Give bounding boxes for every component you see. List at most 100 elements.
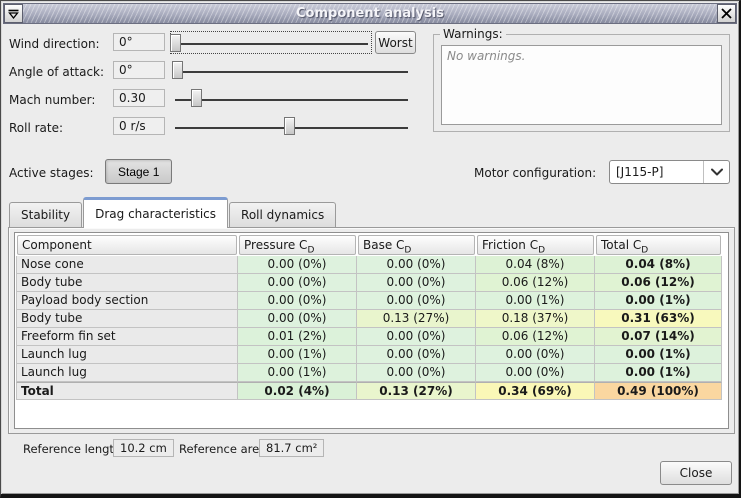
value-cell: 0.00 (0%)	[357, 292, 476, 310]
close-icon	[721, 8, 732, 19]
slider-thumb[interactable]	[172, 61, 183, 79]
motor-configuration-value: [J115-P]	[610, 165, 703, 179]
roll-rate-label: Roll rate:	[9, 121, 63, 135]
window-shade-icon	[8, 9, 19, 19]
value-cell: 0.00 (0%)	[357, 274, 476, 292]
analysis-tabs: Stability Drag characteristics Roll dyna…	[9, 198, 337, 228]
value-cell: 0.06 (12%)	[476, 274, 595, 292]
tab-drag-characteristics[interactable]: Drag characteristics	[83, 197, 228, 228]
no-warnings-text: No warnings.	[447, 49, 716, 63]
header-friction-cd[interactable]: Friction CD	[477, 235, 594, 255]
roll-rate-field[interactable]: 0 r/s	[113, 117, 165, 135]
value-cell: 0.00 (1%)	[595, 364, 722, 382]
worst-button[interactable]: Worst	[375, 31, 416, 54]
value-cell: 0.00 (0%)	[238, 310, 357, 328]
title-bar[interactable]: Component analysis	[3, 3, 737, 24]
table-row[interactable]: Payload body section0.00 (0%)0.00 (0%)0.…	[16, 292, 722, 310]
angle-of-attack-slider[interactable]	[172, 59, 411, 82]
reference-length-value: 10.2 cm	[113, 439, 174, 457]
table-row[interactable]: Nose cone0.00 (0%)0.00 (0%)0.04 (8%)0.04…	[16, 256, 722, 274]
slider-track	[175, 99, 408, 101]
mach-number-field[interactable]: 0.30	[113, 89, 165, 107]
value-cell: 0.00 (0%)	[476, 364, 595, 382]
motor-configuration-label: Motor configuration:	[474, 166, 596, 180]
warnings-title: Warnings:	[440, 27, 506, 41]
table-row[interactable]: Launch lug0.00 (1%)0.00 (0%)0.00 (0%)0.0…	[16, 364, 722, 382]
window-title: Component analysis	[4, 6, 736, 21]
value-cell: 0.18 (37%)	[476, 310, 595, 328]
value-cell: 0.34 (69%)	[476, 382, 595, 400]
mach-number-label: Mach number:	[9, 93, 95, 107]
warnings-list[interactable]: No warnings.	[441, 45, 722, 125]
reference-area-value: 81.7 cm²	[259, 439, 324, 457]
header-component[interactable]: Component	[17, 235, 237, 255]
component-cell: Body tube	[16, 274, 238, 292]
value-cell: 0.00 (0%)	[238, 274, 357, 292]
close-window-button[interactable]	[717, 4, 736, 23]
reference-length-label: Reference length:	[23, 442, 125, 456]
slider-thumb[interactable]	[191, 89, 202, 107]
roll-rate-slider[interactable]	[172, 115, 411, 138]
table-row[interactable]: Launch lug0.00 (1%)0.00 (0%)0.00 (0%)0.0…	[16, 346, 722, 364]
angle-of-attack-field[interactable]: 0°	[113, 61, 165, 79]
value-cell: 0.00 (0%)	[238, 292, 357, 310]
component-cell: Launch lug	[16, 364, 238, 382]
drag-characteristics-panel: Component Pressure CD Base CD Friction C…	[8, 227, 735, 434]
wind-direction-slider[interactable]	[170, 31, 372, 54]
value-cell: 0.00 (1%)	[476, 292, 595, 310]
value-cell: 0.49 (100%)	[595, 382, 722, 400]
value-cell: 0.07 (14%)	[595, 328, 722, 346]
mach-number-slider[interactable]	[172, 87, 411, 110]
value-cell: 0.02 (4%)	[238, 382, 357, 400]
value-cell: 0.00 (0%)	[357, 328, 476, 346]
value-cell: 0.04 (8%)	[595, 256, 722, 274]
wind-direction-field[interactable]: 0°	[113, 33, 165, 51]
value-cell: 0.00 (0%)	[238, 256, 357, 274]
header-base-cd[interactable]: Base CD	[358, 235, 475, 255]
value-cell: 0.00 (0%)	[357, 256, 476, 274]
table-header-row: Component Pressure CD Base CD Friction C…	[16, 234, 722, 256]
slider-track	[174, 43, 368, 45]
table-row[interactable]: Freeform fin set0.01 (2%)0.00 (0%)0.06 (…	[16, 328, 722, 346]
angle-of-attack-label: Angle of attack:	[9, 65, 104, 79]
component-cell: Nose cone	[16, 256, 238, 274]
tab-roll-dynamics[interactable]: Roll dynamics	[229, 202, 336, 228]
component-cell: Total	[16, 382, 238, 400]
slider-track	[175, 71, 408, 73]
warnings-group: Warnings: No warnings.	[433, 34, 730, 132]
value-cell: 0.31 (63%)	[595, 310, 722, 328]
value-cell: 0.00 (1%)	[595, 346, 722, 364]
component-analysis-dialog: Component analysis Wind direction: 0° Wo…	[0, 0, 741, 498]
drag-table: Component Pressure CD Base CD Friction C…	[16, 234, 722, 400]
component-cell: Body tube	[16, 310, 238, 328]
chevron-down-icon	[703, 161, 729, 183]
stage-1-toggle-button[interactable]: Stage 1	[105, 159, 172, 184]
reference-area-label: Reference area:	[179, 442, 270, 456]
header-pressure-cd[interactable]: Pressure CD	[239, 235, 356, 255]
tab-stability[interactable]: Stability	[9, 202, 82, 228]
slider-thumb[interactable]	[170, 34, 181, 52]
slider-thumb[interactable]	[284, 117, 295, 135]
value-cell: 0.13 (27%)	[357, 382, 476, 400]
close-button[interactable]: Close	[660, 461, 732, 485]
value-cell: 0.06 (12%)	[476, 328, 595, 346]
motor-configuration-select[interactable]: [J115-P]	[609, 160, 730, 184]
value-cell: 0.06 (12%)	[595, 274, 722, 292]
value-cell: 0.00 (0%)	[357, 364, 476, 382]
component-cell: Freeform fin set	[16, 328, 238, 346]
window-menu-button[interactable]	[4, 4, 23, 23]
value-cell: 0.01 (2%)	[238, 328, 357, 346]
table-row[interactable]: Total0.02 (4%)0.13 (27%)0.34 (69%)0.49 (…	[16, 382, 722, 400]
table-row[interactable]: Body tube0.00 (0%)0.13 (27%)0.18 (37%)0.…	[16, 310, 722, 328]
table-scrollpane[interactable]: Component Pressure CD Base CD Friction C…	[14, 232, 729, 429]
table-body: Nose cone0.00 (0%)0.00 (0%)0.04 (8%)0.04…	[16, 256, 722, 400]
value-cell: 0.00 (1%)	[238, 346, 357, 364]
value-cell: 0.00 (1%)	[595, 292, 722, 310]
header-total-cd[interactable]: Total CD	[596, 235, 721, 255]
table-row[interactable]: Body tube0.00 (0%)0.00 (0%)0.06 (12%)0.0…	[16, 274, 722, 292]
wind-direction-label: Wind direction:	[9, 37, 100, 51]
value-cell: 0.13 (27%)	[357, 310, 476, 328]
component-cell: Payload body section	[16, 292, 238, 310]
value-cell: 0.04 (8%)	[476, 256, 595, 274]
value-cell: 0.00 (0%)	[357, 346, 476, 364]
